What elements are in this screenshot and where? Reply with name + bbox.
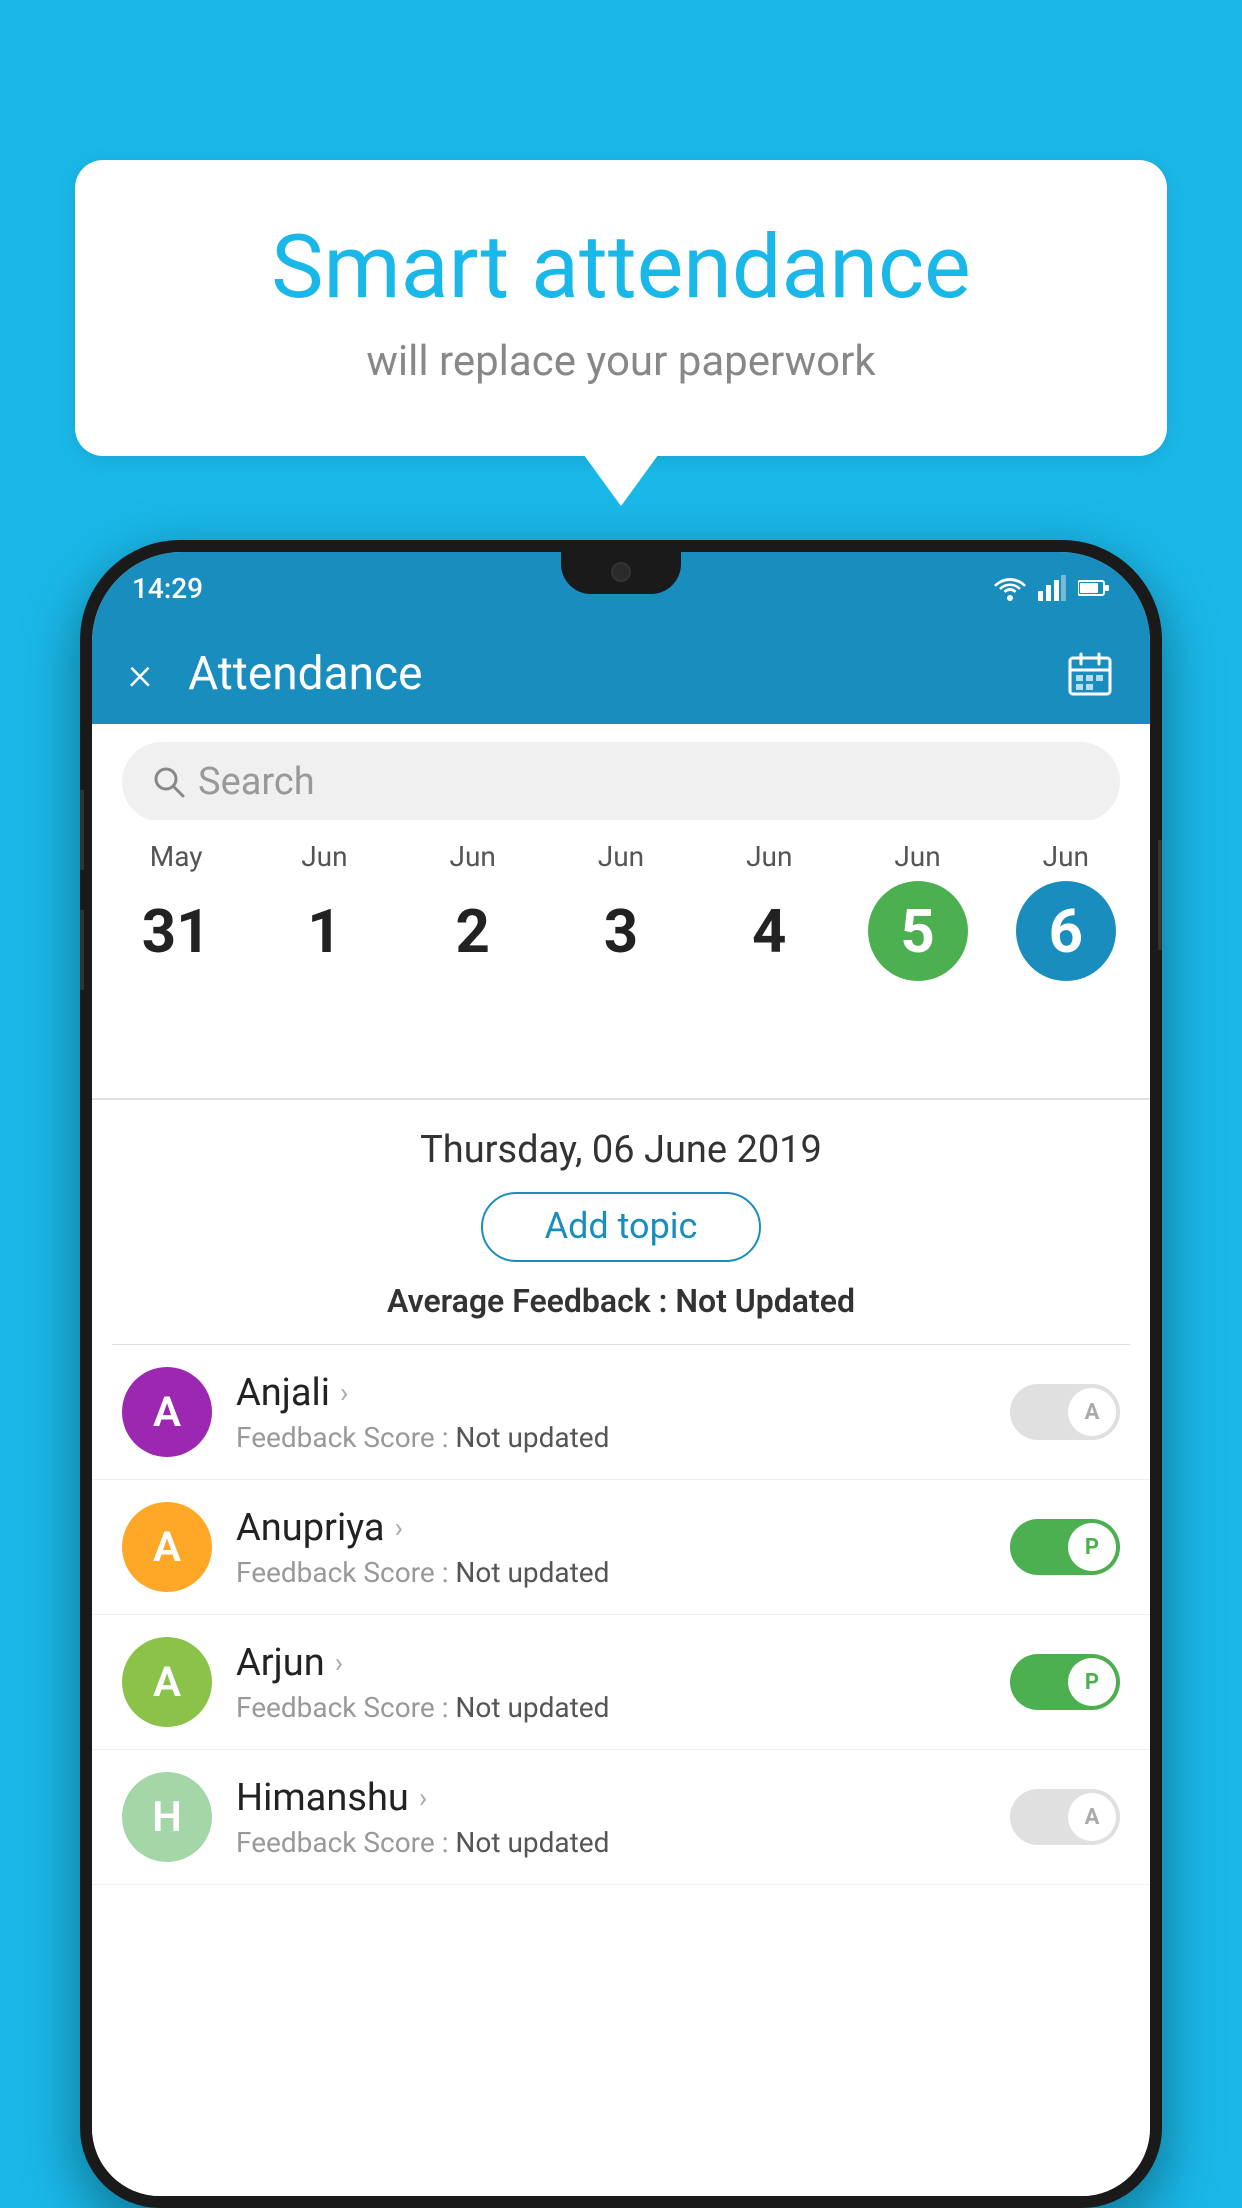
date-col-4[interactable]: Jun 4 bbox=[704, 840, 834, 981]
student-info: Arjun › Feedback Score : Not updated bbox=[236, 1641, 1010, 1724]
student-name-text: Himanshu bbox=[236, 1776, 409, 1820]
content-area: Thursday, 06 June 2019 Add topic Average… bbox=[92, 1100, 1150, 2196]
date-col-3[interactable]: Jun 3 bbox=[556, 840, 686, 981]
feedback-score-value: Not updated bbox=[455, 1826, 609, 1859]
selected-date-title: Thursday, 06 June 2019 bbox=[92, 1128, 1150, 1172]
attendance-toggle[interactable]: A bbox=[1010, 1789, 1120, 1845]
status-icons bbox=[994, 575, 1110, 601]
phone-screen: 14:29 bbox=[92, 552, 1150, 2196]
date-col-2[interactable]: Jun 2 bbox=[408, 840, 538, 981]
feedback-score: Feedback Score : Not updated bbox=[236, 1826, 1010, 1859]
student-name: Himanshu › bbox=[236, 1776, 1010, 1820]
month-label: Jun bbox=[1043, 840, 1089, 873]
day-number[interactable]: 6 bbox=[1016, 881, 1116, 981]
avatar: A bbox=[122, 1367, 212, 1457]
month-label: Jun bbox=[301, 840, 347, 873]
student-name: Anjali › bbox=[236, 1371, 1010, 1415]
feedback-score-value: Not updated bbox=[455, 1691, 609, 1724]
student-name-text: Arjun bbox=[236, 1641, 325, 1685]
day-number[interactable]: 5 bbox=[868, 881, 968, 981]
date-col-1[interactable]: Jun 1 bbox=[259, 840, 389, 981]
calendar-icon[interactable] bbox=[1066, 650, 1114, 698]
student-chevron: › bbox=[340, 1376, 348, 1409]
day-number[interactable]: 3 bbox=[571, 881, 671, 981]
date-col-5[interactable]: Jun 5 bbox=[853, 840, 983, 981]
search-input-display[interactable]: Search bbox=[122, 742, 1120, 822]
month-label: Jun bbox=[450, 840, 496, 873]
student-chevron: › bbox=[395, 1511, 403, 1544]
student-name: Arjun › bbox=[236, 1641, 1010, 1685]
date-row: May 31 Jun 1 Jun 2 Jun 3 Jun 4 Jun 5 Jun 6 bbox=[102, 840, 1140, 981]
toggle-thumb: A bbox=[1068, 1793, 1116, 1841]
toggle-thumb: P bbox=[1068, 1523, 1116, 1571]
search-icon bbox=[152, 765, 186, 799]
add-topic-button[interactable]: Add topic bbox=[481, 1192, 761, 1262]
avatar: A bbox=[122, 1637, 212, 1727]
student-name: Anupriya › bbox=[236, 1506, 1010, 1550]
day-number[interactable]: 31 bbox=[126, 881, 226, 981]
speech-bubble: Smart attendance will replace your paper… bbox=[75, 160, 1167, 456]
feedback-score: Feedback Score : Not updated bbox=[236, 1556, 1010, 1589]
student-item[interactable]: A Anupriya › Feedback Score : Not updated P bbox=[92, 1480, 1150, 1615]
volume-down-button bbox=[80, 910, 84, 990]
attendance-toggle[interactable]: P bbox=[1010, 1519, 1120, 1575]
month-label: May bbox=[150, 840, 203, 873]
search-placeholder: Search bbox=[198, 760, 315, 804]
bubble-subtitle: will replace your paperwork bbox=[155, 337, 1087, 386]
average-feedback-label: Average Feedback : bbox=[387, 1282, 675, 1320]
wifi-icon bbox=[994, 575, 1026, 601]
month-label: Jun bbox=[894, 840, 940, 873]
toggle-thumb: P bbox=[1068, 1658, 1116, 1706]
battery-icon bbox=[1078, 579, 1110, 597]
average-feedback-value: Not Updated bbox=[675, 1282, 855, 1320]
average-feedback: Average Feedback : Not Updated bbox=[92, 1282, 1150, 1320]
month-label: Jun bbox=[746, 840, 792, 873]
student-item[interactable]: A Arjun › Feedback Score : Not updated P bbox=[92, 1615, 1150, 1750]
status-time: 14:29 bbox=[132, 572, 203, 605]
date-col-6[interactable]: Jun 6 bbox=[1001, 840, 1131, 981]
close-button[interactable]: × bbox=[128, 651, 152, 697]
student-item[interactable]: A Anjali › Feedback Score : Not updated A bbox=[92, 1345, 1150, 1480]
toggle-thumb: A bbox=[1068, 1388, 1116, 1436]
attendance-toggle[interactable]: P bbox=[1010, 1654, 1120, 1710]
avatar: A bbox=[122, 1502, 212, 1592]
feedback-score-value: Not updated bbox=[455, 1421, 609, 1454]
day-number[interactable]: 1 bbox=[274, 881, 374, 981]
volume-up-button bbox=[80, 790, 84, 870]
student-item[interactable]: H Himanshu › Feedback Score : Not updated A bbox=[92, 1750, 1150, 1885]
attendance-toggle[interactable]: A bbox=[1010, 1384, 1120, 1440]
bubble-title: Smart attendance bbox=[155, 220, 1087, 317]
feedback-score-value: Not updated bbox=[455, 1556, 609, 1589]
app-header: × Attendance bbox=[92, 624, 1150, 724]
day-number[interactable]: 4 bbox=[719, 881, 819, 981]
power-button bbox=[1158, 840, 1162, 950]
student-info: Anjali › Feedback Score : Not updated bbox=[236, 1371, 1010, 1454]
student-list: AAnjali ›Feedback Score : Not updatedAAA… bbox=[92, 1345, 1150, 1885]
student-info: Anupriya › Feedback Score : Not updated bbox=[236, 1506, 1010, 1589]
day-number[interactable]: 2 bbox=[423, 881, 523, 981]
student-name-text: Anupriya bbox=[236, 1506, 385, 1550]
phone-frame: 14:29 bbox=[80, 540, 1162, 2208]
student-info: Himanshu › Feedback Score : Not updated bbox=[236, 1776, 1010, 1859]
student-chevron: › bbox=[419, 1781, 427, 1814]
front-camera bbox=[611, 562, 631, 582]
signal-icon bbox=[1038, 575, 1066, 601]
avatar: H bbox=[122, 1772, 212, 1862]
date-col-0[interactable]: May 31 bbox=[111, 840, 241, 981]
date-strip: May 31 Jun 1 Jun 2 Jun 3 Jun 4 Jun 5 Jun 6 bbox=[92, 820, 1150, 1001]
student-chevron: › bbox=[335, 1646, 343, 1679]
student-name-text: Anjali bbox=[236, 1371, 330, 1415]
header-title: Attendance bbox=[188, 647, 1066, 701]
month-label: Jun bbox=[598, 840, 644, 873]
feedback-score: Feedback Score : Not updated bbox=[236, 1421, 1010, 1454]
feedback-score: Feedback Score : Not updated bbox=[236, 1691, 1010, 1724]
phone-notch bbox=[561, 552, 681, 594]
